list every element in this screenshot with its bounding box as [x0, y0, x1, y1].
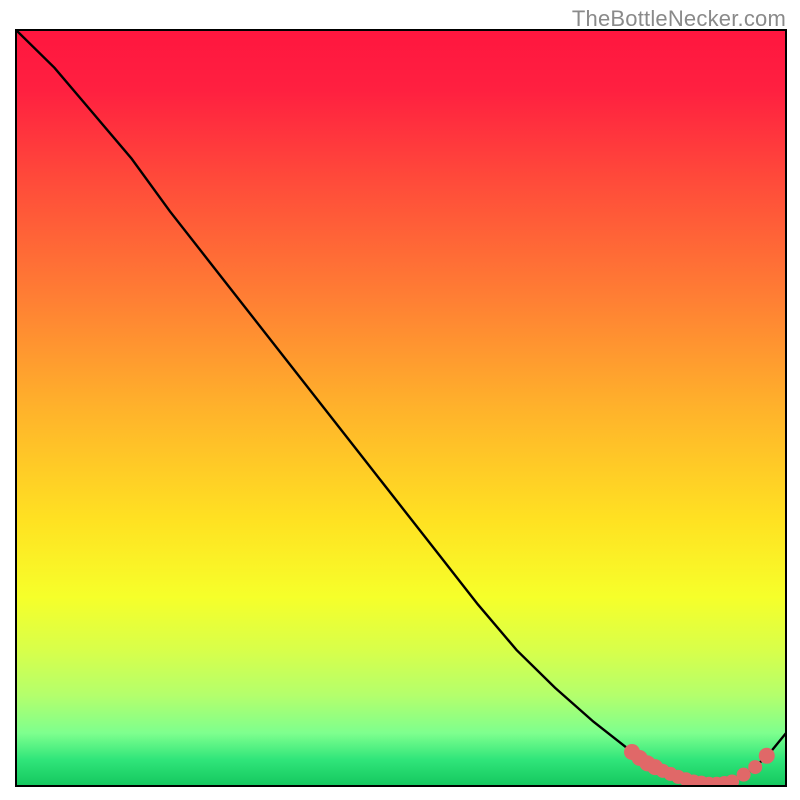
highlight-dot — [748, 760, 762, 774]
plot-background — [16, 30, 786, 786]
highlight-dot — [737, 768, 751, 782]
highlight-dot — [759, 748, 775, 764]
attribution-text: TheBottleNecker.com — [572, 6, 786, 32]
bottleneck-chart — [0, 0, 800, 800]
chart-container: TheBottleNecker.com — [0, 0, 800, 800]
